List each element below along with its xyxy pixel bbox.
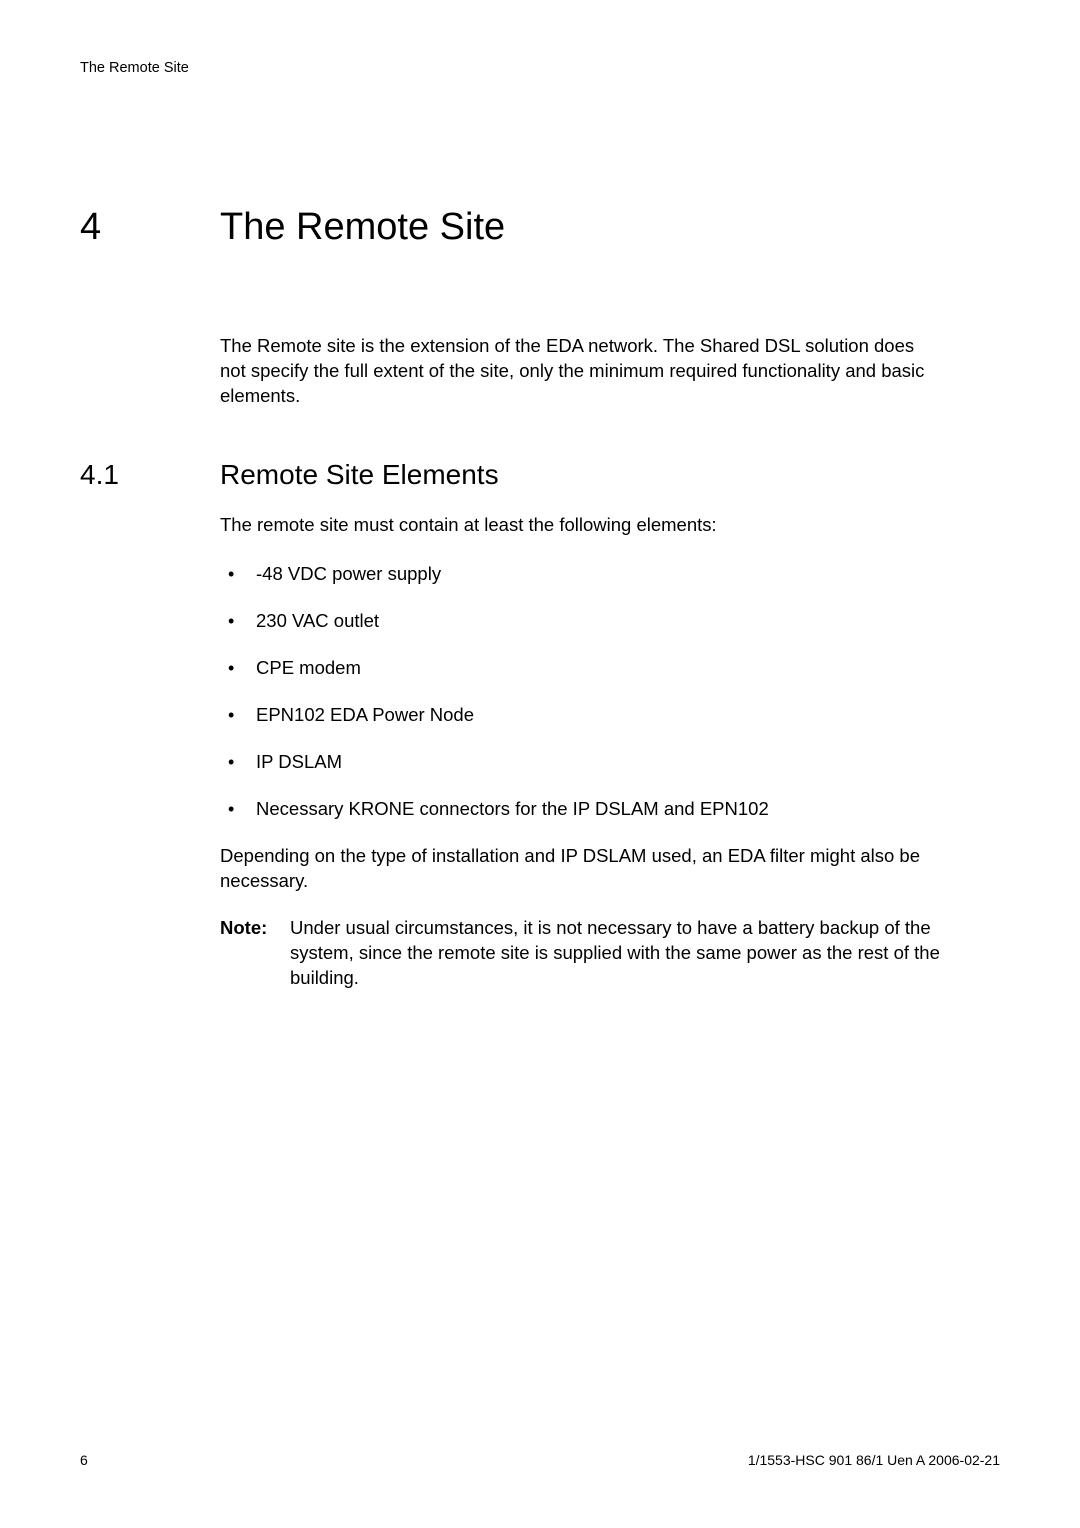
page-footer: 6 1/1553-HSC 901 86/1 Uen A 2006-02-21 (80, 1452, 1000, 1468)
list-item: -48 VDC power supply (220, 562, 940, 587)
after-list-paragraph: Depending on the type of installation an… (220, 844, 940, 894)
chapter-intro-paragraph: The Remote site is the extension of the … (220, 334, 940, 409)
section-heading: 4.1 Remote Site Elements (80, 459, 1000, 491)
section-intro-paragraph: The remote site must contain at least th… (220, 513, 940, 538)
bullet-list: -48 VDC power supply 230 VAC outlet CPE … (220, 562, 940, 822)
chapter-heading: 4 The Remote Site (80, 206, 1000, 249)
doc-reference: 1/1553-HSC 901 86/1 Uen A 2006-02-21 (748, 1452, 1000, 1468)
note-block: Note: Under usual circumstances, it is n… (220, 916, 940, 991)
note-body: Under usual circumstances, it is not nec… (290, 916, 940, 991)
section-number: 4.1 (80, 459, 220, 491)
list-item: CPE modem (220, 656, 940, 681)
note-label: Note: (220, 916, 290, 991)
chapter-title: The Remote Site (220, 206, 505, 249)
list-item: IP DSLAM (220, 750, 940, 775)
list-item: EPN102 EDA Power Node (220, 703, 940, 728)
page-number: 6 (80, 1452, 88, 1468)
list-item: 230 VAC outlet (220, 609, 940, 634)
section-title: Remote Site Elements (220, 459, 499, 491)
list-item: Necessary KRONE connectors for the IP DS… (220, 797, 940, 822)
running-header: The Remote Site (80, 60, 1000, 76)
chapter-number: 4 (80, 206, 220, 249)
